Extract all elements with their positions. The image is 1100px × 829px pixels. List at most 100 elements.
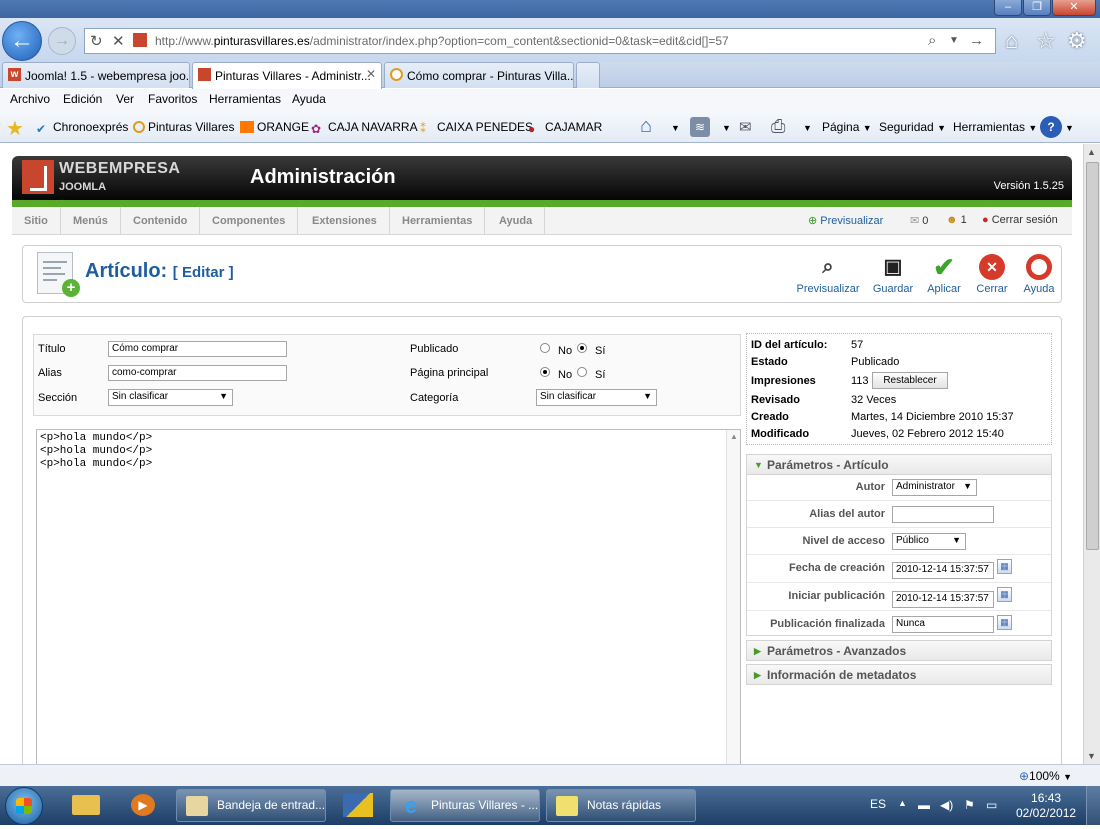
help-icon[interactable]: ? <box>1040 116 1062 138</box>
scroll-thumb[interactable] <box>1086 162 1099 550</box>
language-indicator[interactable]: ES <box>870 797 886 811</box>
author-alias-input[interactable] <box>892 506 994 523</box>
editor-content[interactable]: <p>hola mundo</p> <p>hola mundo</p> <p>h… <box>40 432 152 471</box>
menu-favoritos[interactable]: Favoritos <box>148 92 197 106</box>
section-select[interactable]: Sin clasificar ▼ <box>108 389 233 406</box>
jmenu-herramientas[interactable]: Herramientas <box>390 207 486 235</box>
url-text[interactable]: http://www.pinturasvillares.es/administr… <box>155 34 729 48</box>
action-center-flag-icon[interactable]: ⚑ <box>964 798 975 812</box>
publish-up-input[interactable]: 2010-12-14 15:37:57 <box>892 591 994 608</box>
chevron-down-icon[interactable]: ▼ <box>1065 123 1074 133</box>
jmenu-ayuda[interactable]: Ayuda <box>487 207 546 235</box>
refresh-icon[interactable]: ↻ <box>90 32 103 50</box>
volume-icon[interactable]: ◀) <box>940 798 953 812</box>
favorite-pinturas-villares[interactable]: Pinturas Villares <box>133 120 234 134</box>
favorite-orange[interactable]: ORANGE <box>240 120 309 134</box>
forward-button[interactable]: → <box>48 27 76 55</box>
title-input[interactable]: Cómo comprar <box>108 341 287 357</box>
network-icon[interactable]: ▬ <box>918 798 930 812</box>
published-yes-radio[interactable] <box>577 343 587 353</box>
favorites-star-icon[interactable]: ☆ <box>1036 28 1056 54</box>
tab-pinturas-admin[interactable]: Pinturas Villares - Administr... ✕ <box>192 62 382 89</box>
menu-archivo[interactable]: Archivo <box>10 92 50 106</box>
close-window-button[interactable]: ✕ <box>1052 0 1096 16</box>
access-level-select[interactable]: Público ▼ <box>892 533 966 550</box>
jmenu-sitio[interactable]: Sitio <box>12 207 61 235</box>
command-herramientas[interactable]: Herramientas ▼ <box>953 120 1037 134</box>
taskbar-app-mail[interactable]: Bandeja de entrad... <box>176 789 326 822</box>
command-pagina[interactable]: Página ▼ <box>822 120 872 134</box>
favorite-cajamar[interactable]: ● CAJAMAR <box>528 120 602 136</box>
published-no-radio[interactable] <box>540 343 550 353</box>
tab-como-comprar[interactable]: Cómo comprar - Pinturas Villa... <box>384 62 574 88</box>
show-desktop-button[interactable] <box>1086 786 1100 825</box>
back-button[interactable]: ← <box>2 21 42 61</box>
editor-scrollbar[interactable]: ▲ <box>726 430 740 764</box>
preview-link[interactable]: ⊕ Previsualizar <box>808 214 883 227</box>
favorite-chronoexpres[interactable]: ✔ Chronoexprés <box>36 120 128 136</box>
menu-edicion[interactable]: Edición <box>63 92 102 106</box>
alias-input[interactable]: como-comprar <box>108 365 287 381</box>
minimize-button[interactable]: – <box>994 0 1022 16</box>
article-editor[interactable]: <p>hola mundo</p> <p>hola mundo</p> <p>h… <box>36 429 741 764</box>
display-icon[interactable]: ▭ <box>986 798 997 812</box>
mail-icon[interactable]: ✉ <box>739 118 752 136</box>
command-seguridad[interactable]: Seguridad ▼ <box>879 120 946 134</box>
jmenu-extensiones[interactable]: Extensiones <box>300 207 390 235</box>
chevron-down-icon[interactable]: ▼ <box>803 123 812 133</box>
chevron-down-icon[interactable]: ▼ <box>949 35 959 46</box>
calendar-icon[interactable]: ▦ <box>997 615 1012 630</box>
go-arrow-icon[interactable]: → <box>969 32 984 49</box>
start-button[interactable] <box>5 787 43 825</box>
params-article-header[interactable]: ▼ Parámetros - Artículo <box>746 454 1052 475</box>
menu-ver[interactable]: Ver <box>116 92 134 106</box>
frontpage-no-radio[interactable] <box>540 367 550 377</box>
explorer-pin[interactable] <box>60 789 112 822</box>
gear-icon[interactable]: ⚙ <box>1067 28 1087 54</box>
users-status[interactable]: ☻ 1 <box>946 214 967 226</box>
menu-ayuda[interactable]: Ayuda <box>292 92 326 106</box>
search-icon[interactable]: ⌕ <box>928 32 936 49</box>
media-player-pin[interactable]: ▶ <box>117 789 169 822</box>
chevron-down-icon[interactable]: ▼ <box>671 123 680 133</box>
jmenu-contenido[interactable]: Contenido <box>121 207 201 235</box>
logout-link[interactable]: ● Cerrar sesión <box>982 214 1058 226</box>
new-tab-button[interactable] <box>576 62 600 88</box>
created-date-input[interactable]: 2010-12-14 15:37:57 <box>892 562 994 579</box>
calendar-icon[interactable]: ▦ <box>997 559 1012 574</box>
metadata-header[interactable]: ▶ Información de metadatos <box>746 664 1052 685</box>
scroll-up-icon[interactable]: ▲ <box>730 432 738 441</box>
address-bar[interactable]: ↻ ✕ http://www.pinturasvillares.es/admin… <box>84 28 996 54</box>
params-advanced-header[interactable]: ▶ Parámetros - Avanzados <box>746 640 1052 661</box>
frontpage-yes-radio[interactable] <box>577 367 587 377</box>
favorites-star-icon[interactable]: ★ <box>6 116 24 141</box>
reset-hits-button[interactable]: Restablecer <box>872 372 948 389</box>
calendar-icon[interactable]: ▦ <box>997 587 1012 602</box>
home-icon[interactable]: ⌂ <box>1005 28 1018 54</box>
close-tab-icon[interactable]: ✕ <box>366 67 376 81</box>
rss-icon[interactable]: ≋ <box>690 117 710 137</box>
stop-icon[interactable]: ✕ <box>112 32 125 50</box>
tray-expand-icon[interactable]: ▲ <box>898 798 907 808</box>
chevron-down-icon[interactable]: ▼ <box>722 123 731 133</box>
taskbar-app-notes[interactable]: Notas rápidas <box>546 789 696 822</box>
publish-down-input[interactable]: Nunca <box>892 616 994 633</box>
system-clock[interactable]: 16:43 02/02/2012 <box>1016 791 1076 821</box>
scroll-down-icon[interactable]: ▼ <box>1087 751 1096 761</box>
maximize-button[interactable]: ❐ <box>1023 0 1051 16</box>
page-scrollbar[interactable]: ▲ ▼ <box>1083 144 1100 764</box>
author-select[interactable]: Administrator ▼ <box>892 479 977 496</box>
preview-button[interactable]: ⌕ Previsualizar <box>796 254 860 295</box>
menu-herramientas[interactable]: Herramientas <box>209 92 281 106</box>
taskbar-app-ie[interactable]: e Pinturas Villares - ... <box>390 789 540 822</box>
jmenu-menus[interactable]: Menús <box>61 207 121 235</box>
zoom-control[interactable]: ⊕100% ▼ <box>1019 769 1072 783</box>
help-button[interactable]: Ayuda <box>1007 254 1071 295</box>
app-pin[interactable] <box>332 789 384 822</box>
print-icon[interactable]: ⎙ <box>771 116 785 137</box>
home-icon[interactable]: ⌂ <box>640 115 652 138</box>
scroll-up-icon[interactable]: ▲ <box>1087 147 1096 157</box>
jmenu-componentes[interactable]: Componentes <box>200 207 299 235</box>
tab-joomla-webempresa[interactable]: w Joomla! 1.5 - webempresa joo... <box>2 62 190 88</box>
favorite-caja-navarra[interactable]: ✿ CAJA NAVARRA <box>311 120 418 136</box>
